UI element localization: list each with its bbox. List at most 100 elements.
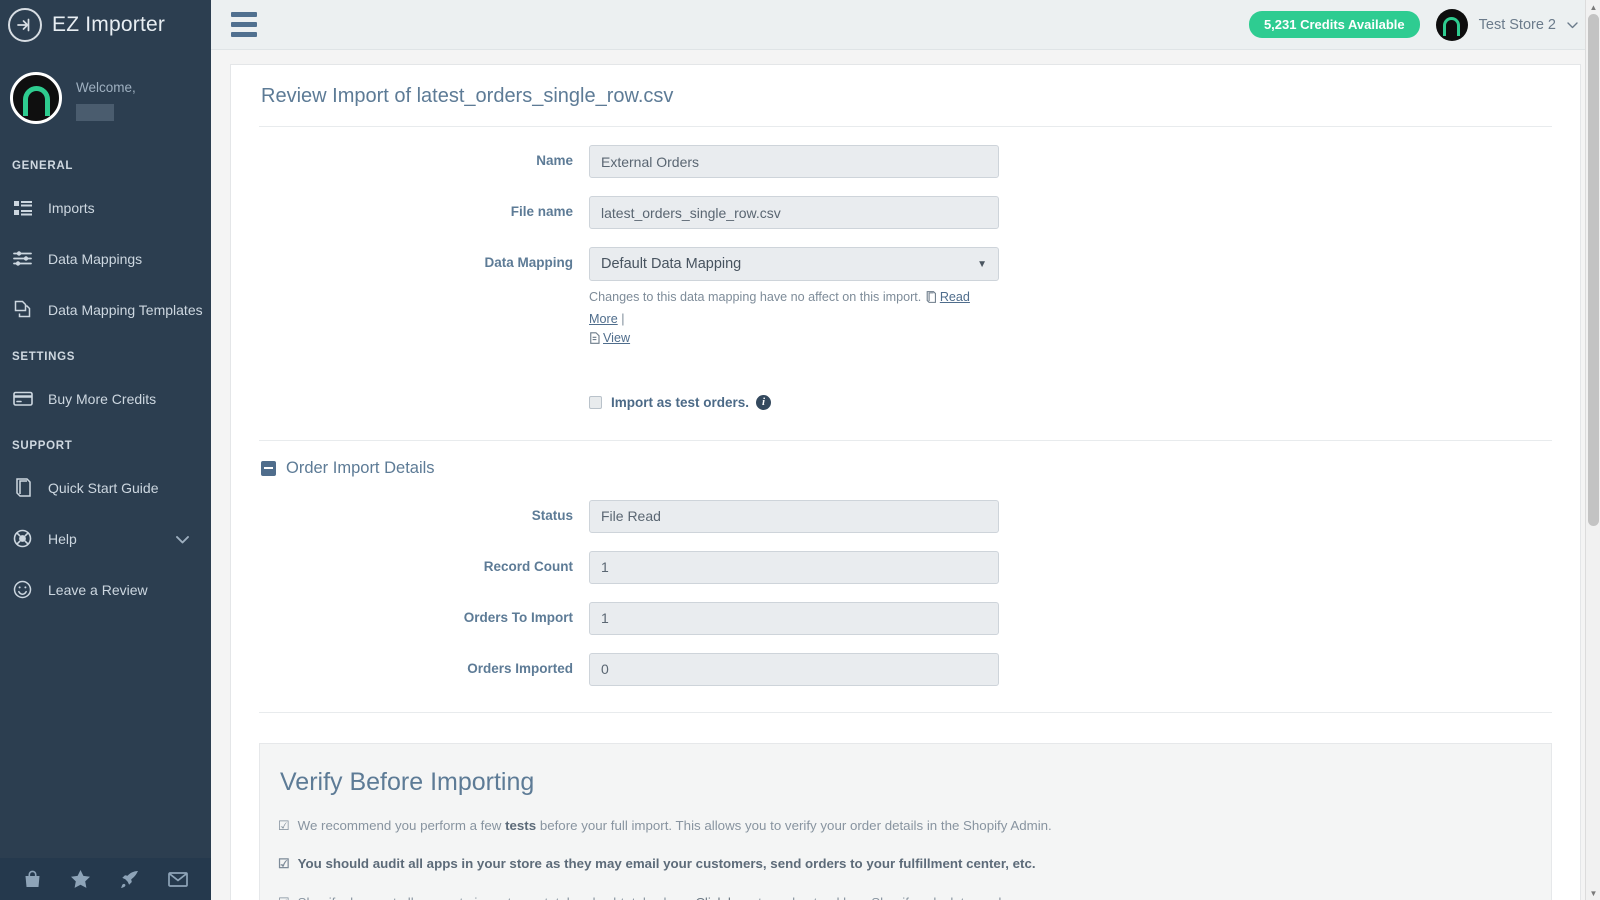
test-orders-checkbox[interactable] <box>589 396 602 409</box>
sidebar-section-support: SUPPORT <box>0 424 211 462</box>
store-avatar <box>1436 9 1468 41</box>
sidebar: EZ Importer Welcome, GENERAL Imports <box>0 0 211 900</box>
sidebar-section-settings: SETTINGS <box>0 335 211 373</box>
data-mapping-select[interactable]: Default Data Mapping ▼ <box>589 247 999 281</box>
scroll-down-arrow[interactable]: ▼ <box>1586 886 1600 900</box>
view-link[interactable]: View <box>603 331 630 345</box>
field-label: Record Count <box>259 551 589 574</box>
verify-item: ☑ We recommend you perform a few tests be… <box>278 816 1533 836</box>
verify-before-importing-panel: Verify Before Importing ☑We recommend yo… <box>259 743 1552 900</box>
status-input[interactable]: File Read <box>589 500 999 533</box>
welcome-block: Welcome, <box>76 75 136 121</box>
sidebar-item-label: Imports <box>48 200 95 216</box>
collapse-toggle-button[interactable] <box>261 461 276 476</box>
brand[interactable]: EZ Importer <box>0 0 211 50</box>
data-mapping-help-text: Changes to this data mapping have no aff… <box>589 290 921 304</box>
field-label: Name <box>259 145 589 168</box>
form-row-status: Status File Read <box>259 500 1552 533</box>
scrollbar-thumb[interactable] <box>1588 14 1599 526</box>
chevron-down-icon: ▼ <box>977 259 987 270</box>
book-icon <box>12 477 33 498</box>
field-label: Data Mapping <box>259 247 589 270</box>
content-scroll-area: Review Import of latest_orders_single_ro… <box>211 50 1600 900</box>
avatar-glyph-icon <box>23 86 50 116</box>
verify-item-text: You should audit all apps in your store … <box>298 854 1036 874</box>
info-circle-icon[interactable]: i <box>756 395 771 410</box>
file-name-input[interactable]: latest_orders_single_row.csv <box>589 196 999 229</box>
verify-item-span: Shopify does not allow you to import you… <box>298 895 696 900</box>
star-icon[interactable] <box>71 870 90 888</box>
verify-item-emphasis: tests <box>505 818 536 833</box>
orders-to-import-input[interactable]: 1 <box>589 602 999 635</box>
lifebuoy-icon <box>12 528 33 549</box>
form-row-record-count: Record Count 1 <box>259 551 1552 584</box>
form-row-name: Name External Orders <box>259 145 1552 178</box>
chevron-down-icon <box>1567 17 1578 33</box>
store-avatar-glyph-icon <box>1443 17 1460 36</box>
book-icon <box>925 290 937 310</box>
welcome-label: Welcome, <box>76 80 136 95</box>
avatar <box>10 72 62 124</box>
copy-files-icon <box>12 299 33 320</box>
store-name: Test Store 2 <box>1479 17 1556 33</box>
sidebar-item-label: Quick Start Guide <box>48 480 159 496</box>
field-control: 0 <box>589 653 999 686</box>
section-divider <box>259 712 1552 713</box>
checkbox-checked-icon: ☑ <box>278 854 290 874</box>
sidebar-item-leave-a-review[interactable]: Leave a Review <box>0 564 211 615</box>
sidebar-item-data-mapping-templates[interactable]: Data Mapping Templates <box>0 284 211 335</box>
field-label: Status <box>259 500 589 523</box>
checkbox-checked-icon: ☑ <box>278 816 290 836</box>
hamburger-menu-icon[interactable] <box>231 12 257 37</box>
app-root: EZ Importer Welcome, GENERAL Imports <box>0 0 1600 900</box>
verify-item: ☑Shopify does not allow you to import yo… <box>278 893 1533 900</box>
verify-item-span: to understand how Shopify calculates ord… <box>754 895 1023 900</box>
sidebar-item-imports[interactable]: Imports <box>0 182 211 233</box>
brand-title: EZ Importer <box>52 13 165 37</box>
order-import-details-header: Order Import Details <box>259 441 1552 482</box>
credit-card-icon <box>12 388 33 409</box>
scroll-up-arrow[interactable]: ▲ <box>1586 0 1600 14</box>
sidebar-item-label: Leave a Review <box>48 582 148 598</box>
user-name-redacted <box>76 104 114 121</box>
sliders-icon <box>12 248 33 269</box>
field-label-spacer <box>259 369 589 377</box>
field-control: 1 <box>589 551 999 584</box>
field-label: File name <box>259 196 589 219</box>
topbar-right: 5,231 Credits Available Test Store 2 <box>1249 9 1578 41</box>
sidebar-item-help[interactable]: Help <box>0 513 211 564</box>
verify-item: ☑ You should audit all apps in your store… <box>278 854 1533 874</box>
credits-badge[interactable]: 5,231 Credits Available <box>1249 11 1420 38</box>
orders-imported-input[interactable]: 0 <box>589 653 999 686</box>
envelope-icon[interactable] <box>168 872 188 887</box>
field-control: External Orders <box>589 145 999 178</box>
vertical-scrollbar[interactable]: ▲ ▼ <box>1585 0 1600 900</box>
field-control: 1 <box>589 602 999 635</box>
chevron-down-icon[interactable] <box>176 531 189 547</box>
verify-item-span: before your full import. This allows you… <box>536 818 1052 833</box>
data-mapping-help: Changes to this data mapping have no aff… <box>589 288 999 351</box>
section-title: Order Import Details <box>286 459 435 478</box>
form-row-orders-to-import: Orders To Import 1 <box>259 602 1552 635</box>
field-control: Default Data Mapping ▼ Changes to this d… <box>589 247 999 351</box>
shopping-bag-icon[interactable] <box>23 870 42 889</box>
field-control: Import as test orders. i <box>589 369 999 410</box>
sidebar-item-buy-more-credits[interactable]: Buy More Credits <box>0 373 211 424</box>
verify-item-emphasis: You should audit all apps in your store … <box>298 856 1036 871</box>
verify-item-text: We recommend you perform a few tests bef… <box>298 816 1052 836</box>
rocket-icon[interactable] <box>120 870 139 889</box>
name-input[interactable]: External Orders <box>589 145 999 178</box>
verify-item-link[interactable]: Click here <box>695 895 754 900</box>
sidebar-spacer <box>0 615 211 858</box>
record-count-input[interactable]: 1 <box>589 551 999 584</box>
topbar: 5,231 Credits Available Test Store 2 <box>211 0 1600 50</box>
sidebar-item-data-mappings[interactable]: Data Mappings <box>0 233 211 284</box>
field-control: File Read <box>589 500 999 533</box>
store-selector[interactable]: Test Store 2 <box>1436 9 1578 41</box>
main-area: 5,231 Credits Available Test Store 2 Rev <box>211 0 1600 900</box>
sidebar-item-label: Buy More Credits <box>48 391 156 407</box>
data-mapping-selected-value: Default Data Mapping <box>601 256 741 272</box>
sidebar-item-quick-start-guide[interactable]: Quick Start Guide <box>0 462 211 513</box>
field-label: Orders To Import <box>259 602 589 625</box>
field-label: Orders Imported <box>259 653 589 676</box>
